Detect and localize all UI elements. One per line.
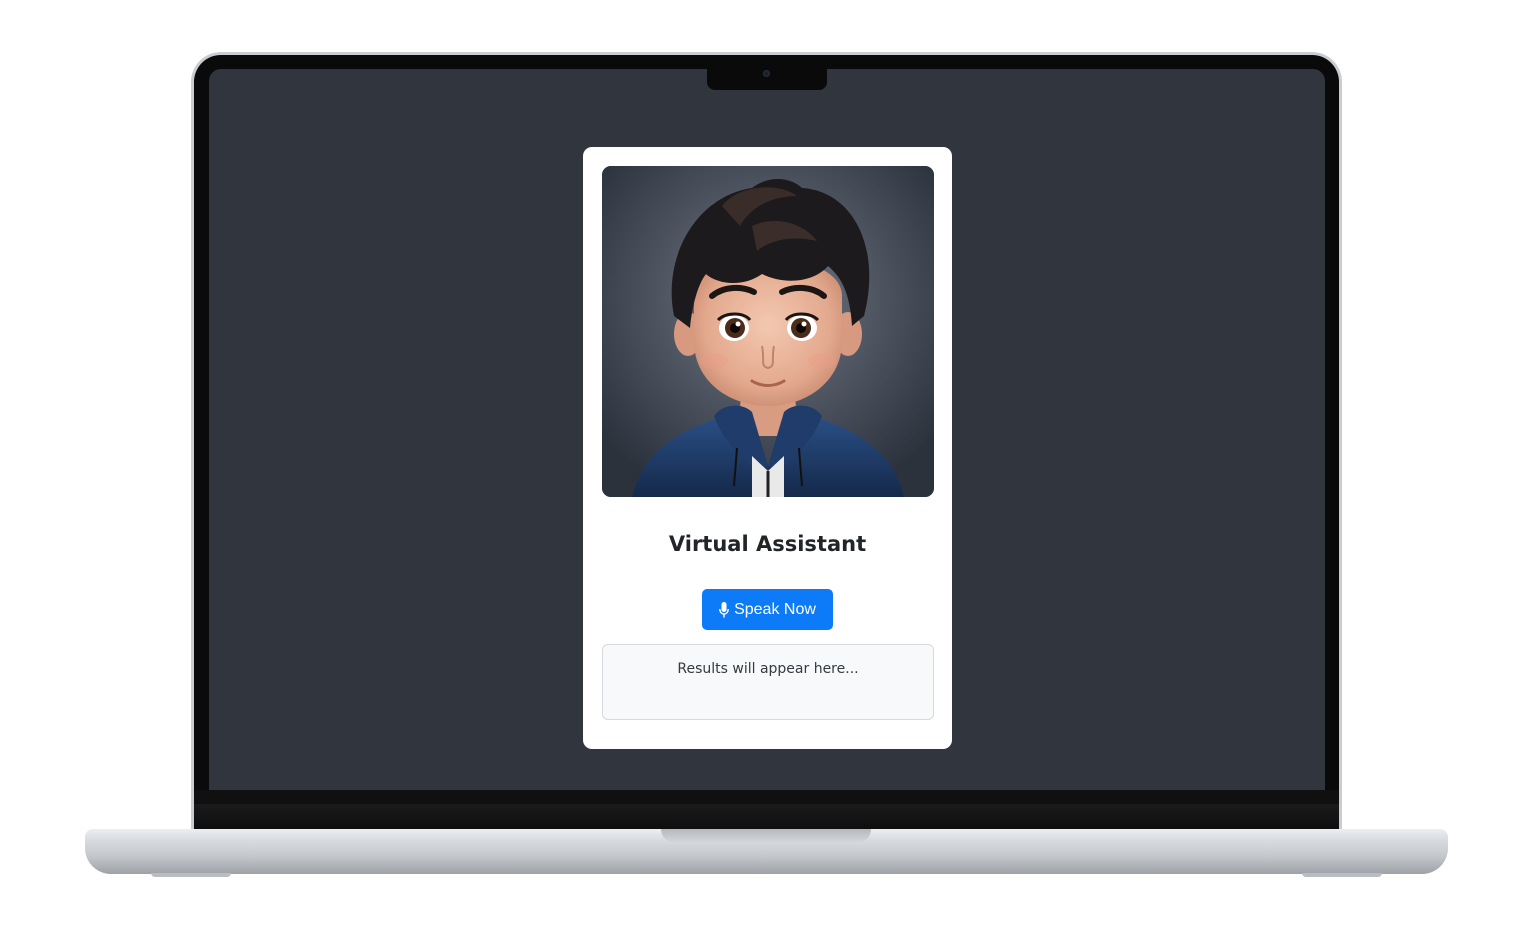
assistant-card: Virtual Assistant Speak Now Results will… [583,147,952,749]
laptop-opening-groove [661,829,871,843]
microphone-icon [719,601,729,617]
results-placeholder: Results will appear here... [677,661,859,677]
laptop-foot-left [151,873,231,877]
laptop-foot-right [1302,873,1382,877]
avatar-image [602,166,934,497]
laptop-mockup: Virtual Assistant Speak Now Results will… [0,0,1519,936]
screen-chin [194,790,1339,804]
camera-icon [763,70,770,77]
laptop-hinge [194,804,1339,830]
results-box: Results will appear here... [602,644,934,720]
speak-now-button[interactable]: Speak Now [702,589,833,630]
speak-now-label: Speak Now [734,600,816,618]
laptop-screen: Virtual Assistant Speak Now Results will… [209,69,1325,790]
avatar-illustration [602,166,934,497]
assistant-title: Virtual Assistant [668,532,867,556]
